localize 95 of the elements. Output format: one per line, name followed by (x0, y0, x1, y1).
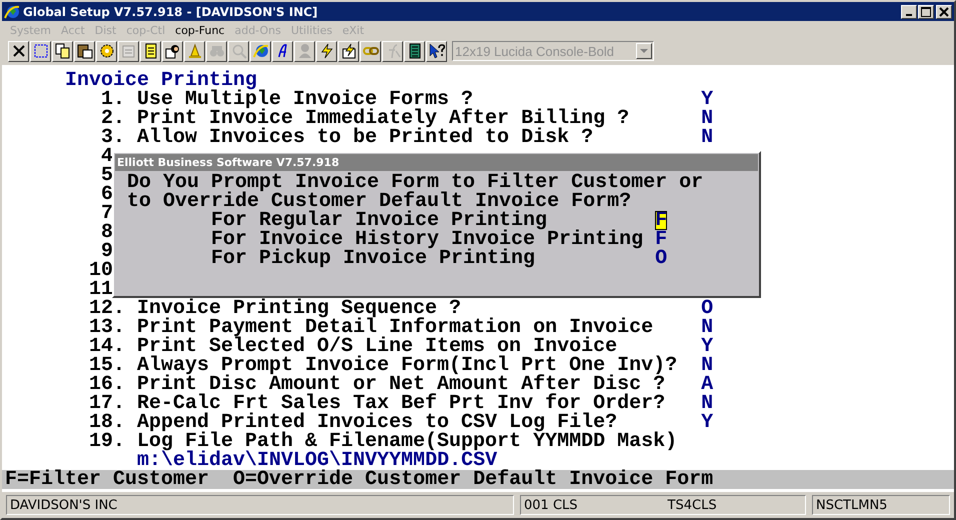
option-label: Always Prompt Invoice Form(Incl Prt One Inv)? (137, 356, 678, 375)
option-number: 13. (89, 318, 125, 337)
status-user: NSCTLMN5 (812, 495, 950, 515)
toolbar-button[interactable] (338, 40, 359, 62)
help-icon (428, 43, 444, 59)
option-label: Use Multiple Invoice Forms ? (137, 90, 474, 109)
paste-icon (76, 43, 92, 59)
field-value[interactable]: F (655, 230, 668, 249)
dropdown-arrow-icon (640, 49, 648, 53)
option-number: 6 (100, 185, 113, 204)
toolbar-button[interactable] (30, 40, 51, 62)
option-value[interactable]: N (701, 318, 714, 337)
toolbar-button[interactable] (96, 40, 117, 62)
option-value[interactable]: N (701, 394, 714, 413)
maximize-icon (921, 6, 931, 16)
minimize-icon (906, 14, 912, 16)
minimize-button[interactable] (901, 4, 917, 18)
dialog-prompt: Do You Prompt Invoice Form to Filter Customer or (127, 173, 704, 192)
screen-heading: Invoice Printing (64, 71, 258, 90)
option-label: Print Payment Detail Information on Invoice (137, 318, 654, 337)
magnifier-icon (230, 43, 246, 59)
notepad-icon (142, 43, 158, 59)
status-company: DAVIDSON'S INC (6, 495, 514, 515)
option-label: Print Disc Amount or Net Amount After Disc ? (137, 375, 666, 394)
select-icon (32, 43, 48, 59)
option-label: Allow Invoices to be Printed to Disk ? (137, 128, 594, 147)
properties-icon (120, 43, 136, 59)
field-value[interactable]: O (655, 249, 668, 268)
dialog-prompt: to Override Customer Default Invoice Form? (127, 192, 632, 211)
file-path[interactable]: m:\elidav\INVLOG\INVYYMMDD.CSV (137, 451, 498, 470)
option-number: 2. (100, 109, 125, 128)
option-number: 15. (89, 356, 125, 375)
option-value[interactable]: A (701, 375, 714, 394)
option-number: 5 (100, 166, 113, 185)
option-number: 18. (89, 413, 125, 432)
option-label: Print Invoice Immediately After Billing ? (137, 109, 630, 128)
globe-icon (252, 43, 268, 59)
maximize-button[interactable] (918, 4, 934, 18)
toolbar-button[interactable] (426, 40, 447, 62)
status-terminal: TS4CLS (668, 497, 717, 514)
field-label: For Regular Invoice Printing (211, 211, 548, 230)
option-label: Re-Calc Frt Sales Tax Bef Prt Inv for Order? (137, 394, 666, 413)
window-title: Global Setup V7.57.918 - [DAVIDSON'S INC] (23, 4, 318, 18)
option-label: Print Selected O/S Line Items on Invoice (137, 337, 618, 356)
close-button[interactable] (936, 4, 952, 18)
binoculars-icon (208, 43, 224, 59)
dialog-title: Elliott Business Software V7.57.918 (115, 154, 758, 171)
toolbar-button[interactable] (404, 40, 425, 62)
toolbar-button[interactable] (250, 40, 271, 62)
option-number: 10 (89, 261, 113, 280)
toolbar-button[interactable] (360, 40, 381, 62)
option-value[interactable]: O (701, 299, 714, 318)
lightning-icon (318, 43, 334, 59)
lightningdoc-icon (340, 43, 356, 59)
toolbar-button[interactable] (184, 40, 205, 62)
person-icon (296, 43, 312, 59)
option-number: 17. (89, 394, 125, 413)
field-label: For Invoice History Invoice Printing (211, 230, 644, 249)
option-number: 12. (89, 299, 125, 318)
toolbar-button[interactable] (8, 40, 29, 62)
option-number: 3. (100, 128, 125, 147)
field-value[interactable]: F (655, 211, 668, 230)
globe-icon (4, 4, 20, 20)
calculator-icon (406, 43, 422, 59)
option-label: Append Printed Invoices to CSV Log File? (137, 413, 618, 432)
option-value[interactable]: N (701, 356, 714, 375)
toolbar-button[interactable] (74, 40, 95, 62)
toolbar-button[interactable] (140, 40, 161, 62)
close-icon (10, 43, 26, 59)
option-value[interactable]: Y (701, 413, 714, 432)
option-number: 11 (89, 280, 113, 299)
copy-icon (54, 43, 70, 59)
menu-item[interactable]: cop-Func (171, 24, 231, 37)
toolbar-button[interactable] (316, 40, 337, 62)
option-number: 1. (100, 90, 125, 109)
toolbar-button[interactable] (52, 40, 73, 62)
option-value[interactable]: N (701, 128, 714, 147)
toolbar-button[interactable] (272, 40, 293, 62)
field-label: For Pickup Invoice Printing (211, 249, 536, 268)
gear-icon (98, 43, 114, 59)
option-number: 14. (89, 337, 125, 356)
close-icon (939, 6, 949, 16)
option-value[interactable]: Y (701, 90, 714, 109)
option-number: 7 (100, 204, 113, 223)
toolbar-button[interactable] (162, 40, 183, 62)
option-label: Invoice Printing Sequence ? (137, 299, 462, 318)
option-number: 8 (100, 223, 113, 242)
option-number: 16. (89, 375, 125, 394)
option-number: 19. (89, 432, 125, 451)
option-value[interactable]: Y (701, 337, 714, 356)
option-label: Log File Path & Filename(Support YYMMDD Mask) (137, 432, 678, 451)
option-number: 4 (100, 147, 113, 166)
status-company-code: 001 CLS (524, 497, 578, 514)
option-number: 9 (100, 242, 113, 261)
option-value[interactable]: N (701, 109, 714, 128)
